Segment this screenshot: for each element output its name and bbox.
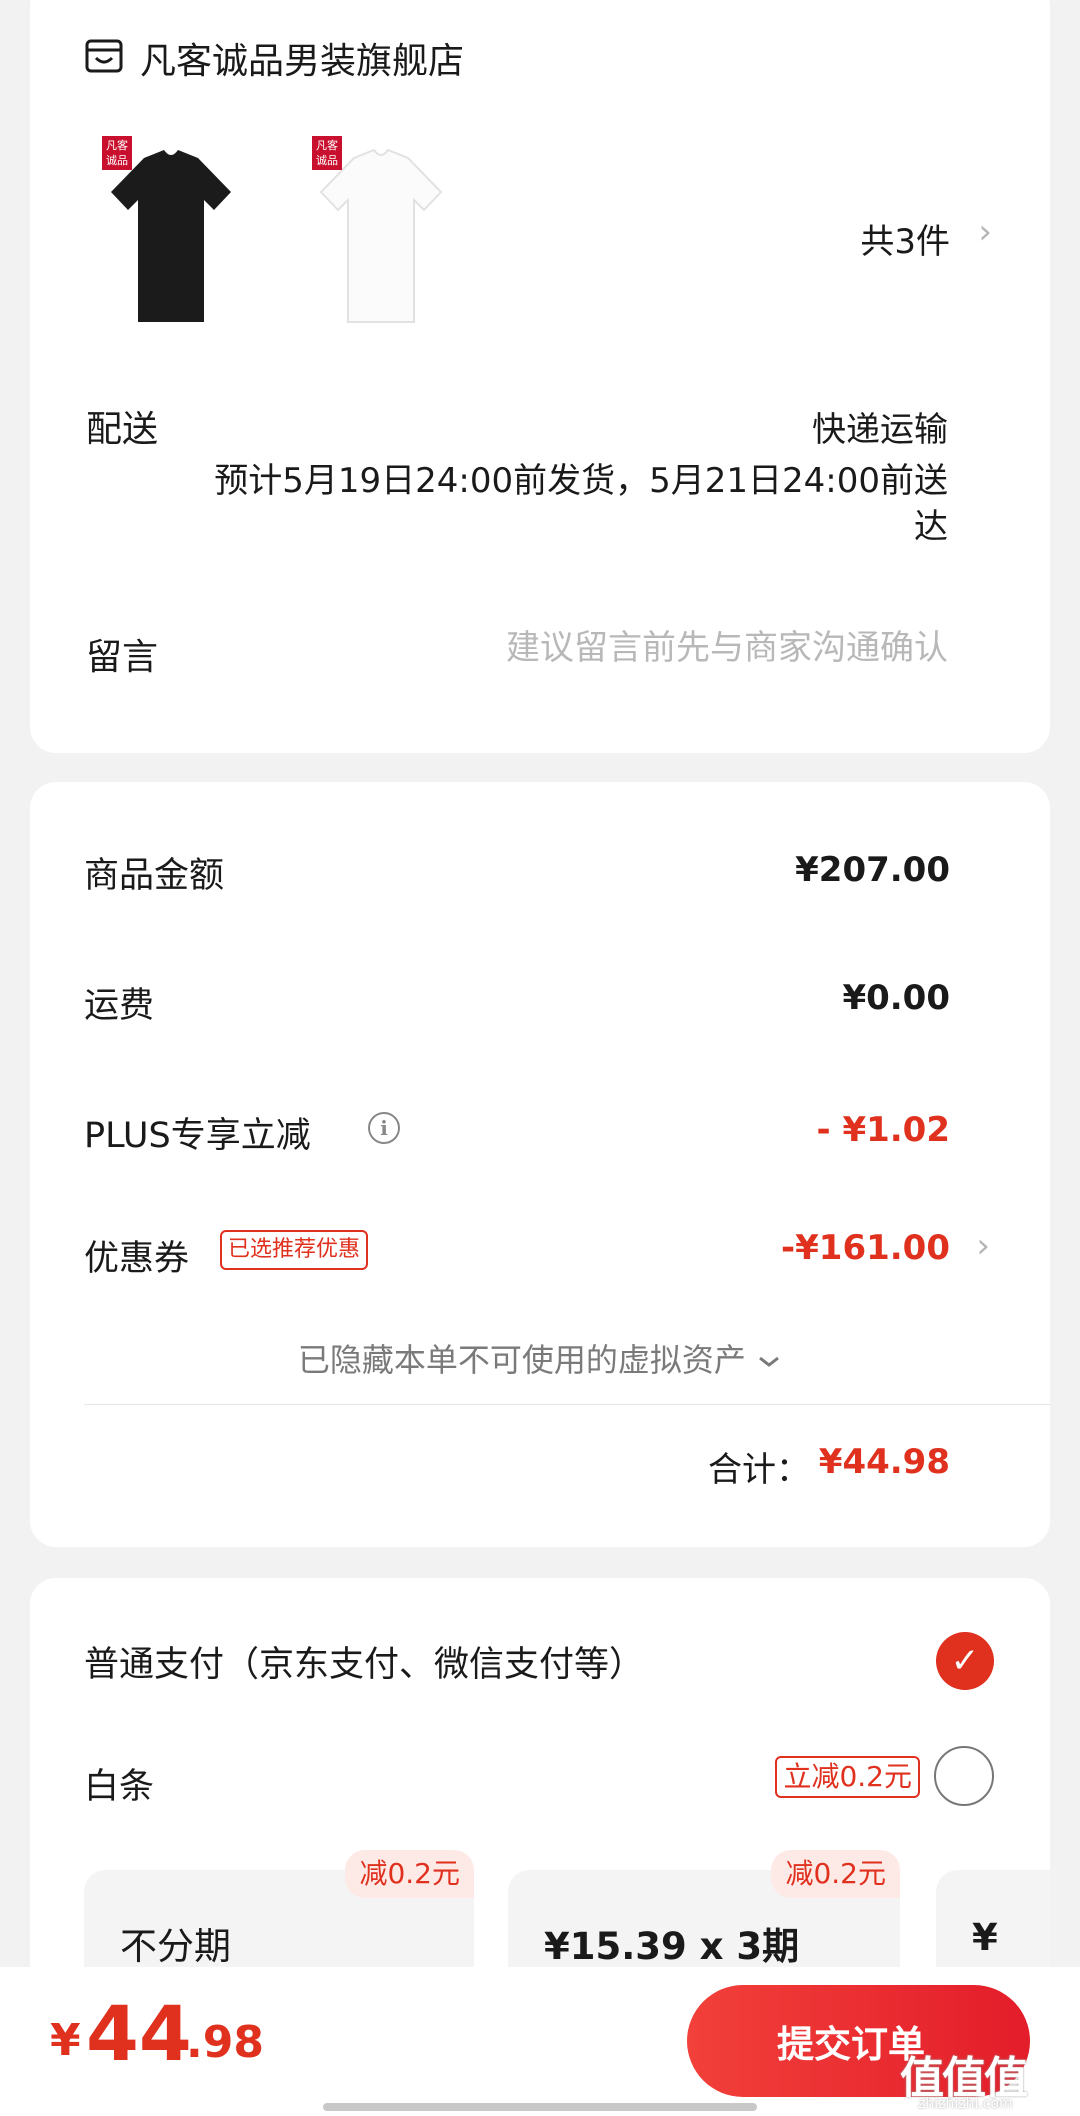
delivery-method[interactable]: 快递运输 (812, 402, 948, 451)
store-name[interactable]: 凡客诚品男装旗舰店 (140, 32, 464, 84)
price-currency: ¥ (50, 2015, 81, 2066)
checkmark-icon[interactable]: ✓ (936, 1632, 994, 1690)
message-label: 留言 (86, 637, 159, 678)
message-input[interactable] (348, 620, 948, 676)
plan-title: ¥ (972, 1916, 998, 1959)
amount-summary-card: 商品金额 ¥207.00 运费 ¥0.00 PLUS专享立减 i - ¥1.02… (30, 782, 1050, 1547)
store-order-card: 凡客诚品男装旗舰店 凡客诚品 凡客诚品 共3件 › 配送 快递运输 预计5月19… (30, 0, 1050, 753)
info-icon[interactable]: i (368, 1112, 400, 1144)
plan-discount-badge: 减0.2元 (345, 1850, 474, 1898)
product-thumbnail[interactable]: 凡客诚品 (96, 130, 246, 340)
divider (84, 1404, 1050, 1405)
shipping-label: 运费 (84, 986, 155, 1026)
shipping-value: ¥0.00 (842, 978, 950, 1018)
delivery-estimate: 预计5月19日24:00前发货，5月21日24:00前送达 (214, 461, 948, 547)
coupon-label: 优惠券 (84, 1239, 190, 1279)
watermark-logo: 值值值 zhizhizhi.com (900, 2042, 1070, 2112)
total-value: ¥44.98 (818, 1442, 950, 1482)
normal-payment-label[interactable]: 普通支付（京东支付、微信支付等） (84, 1636, 644, 1687)
price-integer: 44 (86, 1989, 192, 2078)
plan-title: ¥15.39 x 3期 (544, 1925, 800, 1968)
home-indicator[interactable] (323, 2103, 757, 2111)
goods-amount-label: 商品金额 (84, 856, 225, 896)
baitiao-promo-badge: 立减0.2元 (775, 1756, 920, 1798)
chevron-right-icon[interactable]: › (978, 212, 992, 252)
chevron-right-icon[interactable]: › (976, 1226, 990, 1266)
store-icon (85, 39, 123, 73)
hidden-assets-text: 已隐藏本单不可使用的虚拟资产 (297, 1341, 746, 1379)
plan-title: 不分期 (120, 1925, 231, 1968)
goods-amount-value: ¥207.00 (795, 850, 950, 890)
plus-discount-value: - ¥1.02 (816, 1110, 951, 1150)
item-count[interactable]: 共3件 (860, 214, 950, 263)
coupon-recommended-badge: 已选推荐优惠 (220, 1230, 369, 1270)
baitiao-radio[interactable] (934, 1746, 994, 1806)
watermark-url: zhizhizhi.com (918, 2096, 1013, 2112)
brand-badge: 凡客诚品 (312, 136, 342, 170)
baitiao-label[interactable]: 白条 (84, 1758, 154, 1809)
plus-discount-label: PLUS专享立减 (84, 1116, 311, 1156)
delivery-label: 配送 (86, 409, 159, 450)
plan-discount-badge: 减0.2元 (771, 1850, 900, 1898)
brand-badge: 凡客诚品 (102, 136, 132, 170)
product-thumbnail[interactable]: 凡客诚品 (306, 130, 456, 340)
hidden-assets-toggle[interactable]: 已隐藏本单不可使用的虚拟资产 (30, 1335, 1050, 1381)
total-label: 合计： (708, 1450, 810, 1490)
chevron-down-icon (759, 1356, 780, 1367)
coupon-value[interactable]: -¥161.00 (781, 1228, 950, 1268)
price-decimal: .98 (186, 2017, 264, 2068)
